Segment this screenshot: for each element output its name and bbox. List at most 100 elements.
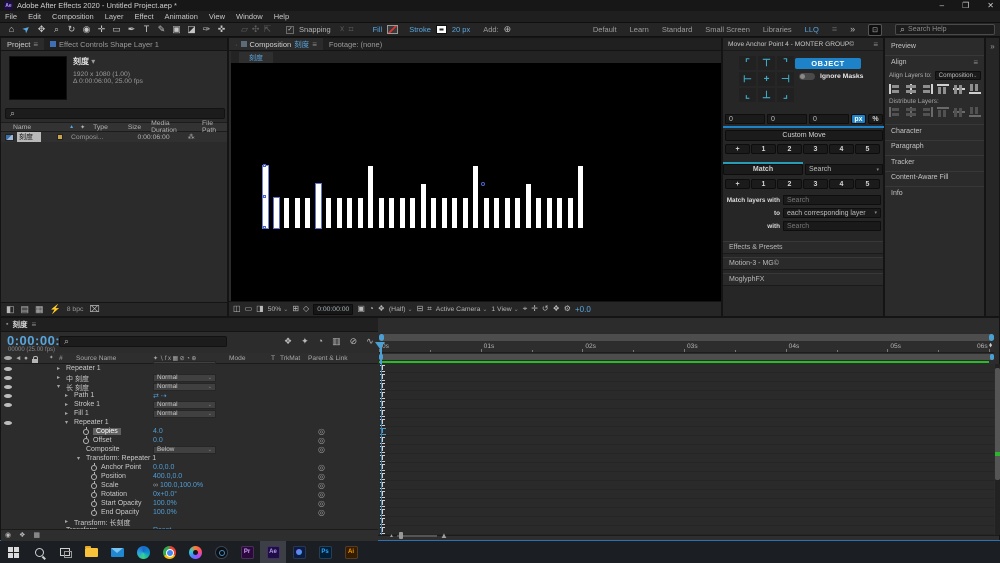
workspace-small-screen[interactable]: Small Screen [705, 25, 750, 34]
color-depth-label[interactable]: 8 bpc [67, 306, 84, 313]
stopwatch-icon[interactable] [83, 429, 89, 435]
project-row-name[interactable]: 刻度 [17, 132, 41, 142]
timeline-tab-label[interactable]: 刻度 [12, 319, 27, 330]
tick-bar[interactable] [295, 198, 300, 228]
workspace-tool-icon-2[interactable]: ✣ [252, 25, 260, 34]
camera-app[interactable] [208, 541, 234, 563]
property-value[interactable]: 100.0% [153, 500, 177, 507]
new-composition-icon[interactable]: ▦ [35, 305, 44, 314]
property-value[interactable]: 4.0 [153, 428, 163, 435]
expand-panels-icon[interactable]: » [986, 38, 999, 51]
value-text[interactable]: 0.0,0.0 [153, 464, 174, 471]
layer-row-transform-repeater-1[interactable]: ▾Transform: Repeater 1 [1, 454, 378, 463]
quick-move-button-2[interactable]: 2 [777, 144, 802, 154]
davinci-resolve[interactable] [182, 541, 208, 563]
show-snapshot-icon[interactable]: ◔ [369, 305, 374, 313]
layer-row-fill-1[interactable]: ▸Fill 1Normal⌄ [1, 409, 378, 418]
zoom-track[interactable] [397, 535, 437, 537]
custom-move-button[interactable]: Custom Move [725, 130, 883, 141]
property-value[interactable]: 0.0 [153, 437, 163, 444]
camera-dropdown[interactable]: Active Camera⌄ [436, 306, 488, 313]
match-button-3[interactable]: 3 [803, 179, 828, 189]
anchor-left-icon[interactable]: ⊢ [739, 72, 756, 86]
property-value[interactable]: 0.0,0.0 [153, 464, 174, 471]
align-h-center-icon[interactable] [905, 84, 917, 94]
mask-visibility-icon[interactable]: ◨ [256, 305, 264, 313]
twirl-icon[interactable]: ▸ [65, 392, 68, 399]
value-text[interactable]: 100.0,100.0% [160, 482, 203, 489]
anchor-bottom-icon[interactable]: ⊥ [758, 88, 775, 102]
show-channels-icon[interactable]: ❖ [378, 305, 385, 313]
with-input[interactable]: Search [783, 221, 881, 231]
layer-row-repeater-1[interactable]: ▸Repeater 1 [1, 364, 378, 373]
shape-tool-icon[interactable]: ▭ [110, 24, 123, 35]
selection-handle[interactable] [263, 195, 266, 198]
panel-header-moglyphfx[interactable]: MoglyphFX [723, 273, 883, 286]
parent-link-column[interactable]: Parent & Link [308, 355, 348, 362]
puppet-pin-tool-icon[interactable]: ✜ [215, 24, 228, 35]
selection-handle[interactable] [263, 226, 266, 229]
mode-column[interactable]: Mode [229, 355, 246, 362]
quick-move-button-4[interactable]: 4 [829, 144, 854, 154]
snapshot-icon[interactable]: ▣ [357, 305, 365, 313]
timeline-zoom-slider[interactable]: ▲ ▲ [389, 531, 448, 540]
timeline-search-input[interactable]: ⌕ [59, 336, 227, 347]
parent-link-icon[interactable]: ◎ [318, 499, 325, 508]
draft-3d-icon[interactable]: ✦ [301, 337, 309, 346]
layer-row-item[interactable]: ▾长 刻度Normal⌄ [1, 382, 378, 391]
stroke-swatch[interactable] [436, 25, 447, 34]
tab-composition[interactable]: · Composition 刻度 ≡ [229, 38, 323, 50]
property-name[interactable]: Stroke 1 [74, 401, 100, 408]
tick-bar[interactable] [400, 198, 405, 228]
tick-bar[interactable] [410, 198, 415, 228]
tick-bar[interactable] [389, 198, 394, 228]
column-size[interactable]: Size [128, 124, 141, 131]
anchor-bottom-left-icon[interactable]: ⌞ [739, 88, 756, 102]
value-text[interactable]: 0x+0.0° [153, 491, 177, 498]
pan-3d-icon[interactable]: ✛ [531, 305, 538, 313]
pen-tool-icon[interactable]: ✒ [125, 24, 138, 35]
align-bottom-icon[interactable] [969, 84, 981, 94]
column-type[interactable]: Type [93, 124, 108, 131]
project-item-name[interactable]: 刻度 [73, 57, 89, 66]
tick-bar[interactable] [473, 166, 478, 228]
workspace-llq[interactable]: LLQ [805, 25, 819, 34]
offset-input-2[interactable]: 0 [767, 114, 807, 124]
tick-bar[interactable] [526, 184, 531, 228]
timeline-graph-area[interactable] [379, 364, 994, 535]
blend-mode-dropdown[interactable]: Normal⌄ [153, 410, 216, 418]
menu-item-window[interactable]: Window [236, 12, 263, 21]
refresh-icon[interactable]: ↺ [542, 305, 549, 313]
workspace-tool-icon-3[interactable]: ⇱ [263, 25, 271, 34]
property-name[interactable]: Repeater 1 [74, 419, 109, 426]
tick-bar[interactable] [515, 198, 520, 228]
twirl-icon[interactable]: ▾ [77, 455, 80, 462]
tick-bar[interactable] [379, 198, 384, 228]
anchor-top-left-icon[interactable]: ⌜ [739, 56, 756, 70]
twirl-icon[interactable]: ▸ [65, 410, 68, 417]
tick-bar[interactable] [274, 198, 279, 228]
align-panel-header[interactable]: Align ≡ [885, 55, 984, 68]
anchor-top-icon[interactable]: ⊤ [758, 56, 775, 70]
panel-header-paragraph[interactable]: Paragraph [885, 140, 984, 153]
motion-blur-icon[interactable]: ⊘ [350, 337, 358, 346]
distribute-3-icon[interactable] [921, 107, 933, 117]
object-button[interactable]: OBJECT [795, 58, 861, 69]
start-button[interactable] [0, 541, 26, 563]
tick-bar[interactable] [305, 198, 310, 228]
tick-bar[interactable] [316, 184, 321, 228]
property-value[interactable]: ∞ 100.0,100.0% [153, 482, 203, 489]
stopwatch-icon[interactable] [83, 438, 89, 444]
panel-header-tracker[interactable]: Tracker [885, 155, 984, 168]
time-navigator-bar[interactable] [379, 334, 994, 341]
selection-handle[interactable] [263, 164, 266, 167]
property-name[interactable]: Scale [101, 482, 119, 489]
align-target-dropdown[interactable]: Composition⌄ [935, 71, 981, 80]
resolution-dropdown[interactable]: (Half)⌄ [389, 306, 413, 313]
panel-header-effects-presets[interactable]: Effects & Presets [723, 241, 883, 254]
match-button-2[interactable]: 2 [777, 179, 802, 189]
stopwatch-icon[interactable] [91, 510, 97, 516]
home-icon[interactable]: ⌂ [5, 24, 18, 35]
solo-icon[interactable]: ● [24, 355, 28, 362]
more-workspaces-icon[interactable]: » [850, 25, 855, 34]
